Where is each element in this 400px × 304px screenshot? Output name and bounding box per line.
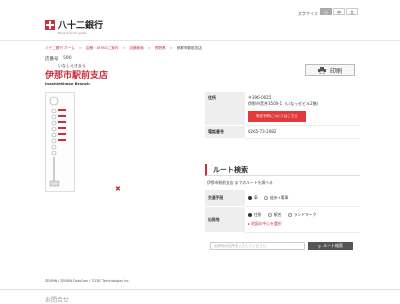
printer-icon (317, 66, 326, 74)
breadcrumb-current: 伊那市駅前支店 (176, 45, 202, 50)
bank-logo-text[interactable]: 八十二銀行 (58, 18, 103, 31)
breadcrumb-store-search[interactable]: 店舗検索 (129, 46, 143, 51)
origin-label: 出発地 (205, 206, 245, 233)
route-search-heading: ルート検索 (205, 164, 360, 176)
map-center-label: 地図の中心を選択 (251, 221, 282, 226)
phone-number: 0265-73-2082 (245, 125, 360, 139)
transport-option-walk-train[interactable]: 徒歩+電車 (264, 195, 288, 201)
map-copyright: ZENRIN / ZENRIN DataCom / ©ZDC Technolog… (45, 279, 130, 283)
origin-option-address[interactable]: 住所 (248, 212, 262, 218)
breadcrumb: 八十二銀行 ホーム > 店舗・ATMのご案内 > 店舗検索 > 長野県 > 伊那… (45, 44, 202, 52)
reservation-label: 来店予約についてはこちら (256, 114, 298, 118)
origin-options: 住所 駅名 ランドマーク ▸ 地図の中心を選択 (245, 206, 360, 233)
font-size-large-button[interactable]: 大 (346, 8, 358, 15)
address-cell: 〒396-0025 伊那市荒井3500-1（いなっせビル2階） 来店予約について… (245, 92, 360, 126)
transport-options: 車 徒歩+電車 (245, 190, 360, 207)
branch-number-label: 店番号 (45, 57, 59, 62)
address-text: 伊那市荒井3500-1（いなっせビル2階） (248, 101, 321, 106)
bank-logo-icon[interactable] (45, 20, 55, 30)
font-size-small-button[interactable]: 小 (320, 8, 332, 15)
map-marker-icon: ✖ (115, 185, 121, 193)
breadcrumb-separator: > (147, 46, 151, 50)
transport-walk-train-label: 徒歩+電車 (270, 195, 289, 200)
radio-icon[interactable] (287, 213, 292, 217)
radio-selected-icon[interactable] (248, 213, 252, 217)
phone-label: 電話番号 (205, 125, 245, 139)
origin-option-station[interactable]: 駅名 (267, 212, 282, 218)
breadcrumb-separator: > (169, 46, 173, 50)
font-size-label: 文字サイズ (298, 11, 318, 16)
route-options-table: 交通手段 車 徒歩+電車 出発地 住所 駅名 ランドマーク ▸ 地図の中心を選択 (205, 190, 360, 233)
map-zoom-control[interactable] (45, 92, 75, 192)
radio-selected-icon[interactable] (248, 196, 252, 200)
origin-address-input[interactable]: 出発地の住所を入力してください (210, 242, 305, 250)
print-button[interactable]: 印刷 (305, 64, 355, 76)
transport-option-car[interactable]: 車 (248, 195, 258, 201)
origin-landmark-label: ランドマーク (293, 212, 317, 217)
radio-icon[interactable] (267, 213, 272, 217)
breadcrumb-home[interactable]: 八十二銀行 ホーム (45, 46, 75, 51)
footer-divider (0, 289, 400, 290)
radio-icon[interactable] (264, 196, 269, 200)
transport-car-label: 車 (254, 195, 258, 200)
origin-station-label: 駅名 (273, 212, 282, 217)
origin-option-landmark[interactable]: ランドマーク (287, 212, 317, 218)
breadcrumb-prefecture[interactable]: 長野県 (155, 46, 166, 51)
breadcrumb-separator: > (122, 46, 126, 50)
branch-info-table: 住所 〒396-0025 伊那市荒井3500-1（いなっせビル2階） 来店予約に… (205, 92, 360, 139)
map-center-arrow-icon: ▸ (248, 221, 250, 226)
breadcrumb-separator: > (78, 46, 82, 50)
route-search-description: 伊那市駅前支店 までのルートを調べる (207, 180, 273, 185)
branch-name: 伊那市駅前支店 (45, 71, 109, 81)
breadcrumb-store-guide[interactable]: 店舗・ATMのご案内 (86, 46, 119, 51)
map-controls-icon[interactable] (46, 93, 76, 193)
origin-address-label: 住所 (254, 212, 262, 217)
map-center-link[interactable]: ▸ 地図の中心を選択 (248, 221, 357, 227)
print-label: 印刷 (329, 67, 342, 75)
search-icon: ⚲ (318, 243, 321, 249)
font-size-medium-button[interactable]: 中 (333, 8, 345, 15)
bank-logo-subtitle: Bank branch guide (58, 31, 87, 35)
transport-label: 交通手段 (205, 190, 245, 207)
branch-name-english: Inashiekimae Branch (45, 81, 90, 86)
route-search-button-label: ルート検索 (322, 243, 343, 248)
branch-number-value: 590 (63, 56, 72, 61)
route-search-button[interactable]: ⚲ ルート検索 (308, 242, 353, 250)
address-label: 住所 (205, 92, 245, 126)
reservation-button[interactable]: 来店予約についてはこちら (248, 111, 306, 122)
